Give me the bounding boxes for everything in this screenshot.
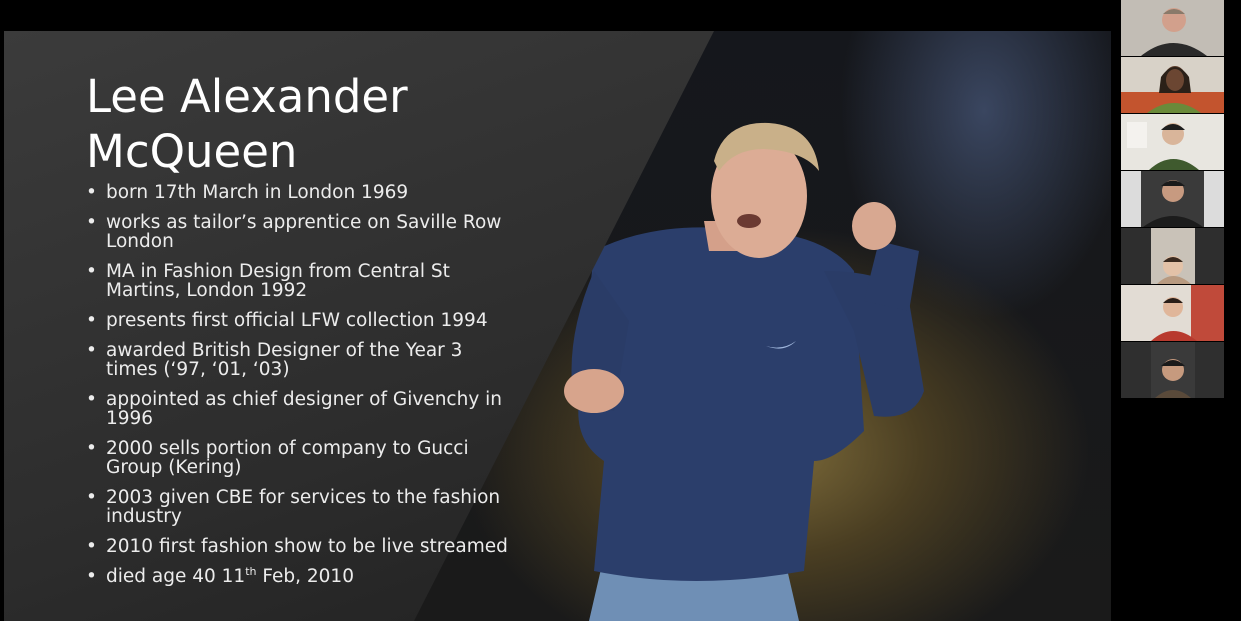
bullet-item-last: died age 40 11th Feb, 2010 [84,564,514,587]
participant-tile[interactable] [1121,171,1224,227]
bullet-item: MA in Fashion Design from Central St Mar… [84,262,514,300]
participant-video [1121,171,1224,227]
slide-title: Lee Alexander McQueen [86,69,408,179]
bullet-item: presents first official LFW collection 1… [84,311,514,330]
bullet-list: born 17th March in London 1969 works as … [84,183,514,597]
participant-tile[interactable] [1121,0,1224,56]
bullet-item: born 17th March in London 1969 [84,183,514,202]
slide-title-line-1: Lee Alexander [86,70,408,123]
participant-gallery [1121,0,1224,400]
participant-tile[interactable] [1121,114,1224,170]
bullet-item: works as tailor’s apprentice on Saville … [84,213,514,251]
bullet-item: appointed as chief designer of Givenchy … [84,390,514,428]
bullet-item: 2003 given CBE for services to the fashi… [84,488,514,526]
participant-tile[interactable] [1121,57,1224,113]
participant-video [1121,114,1224,170]
bullet-item: awarded British Designer of the Year 3 t… [84,341,514,379]
participant-video [1121,0,1224,56]
bullet-text: Feb, 2010 [256,566,354,587]
participant-tile[interactable] [1121,342,1224,398]
ordinal-suffix: th [245,564,257,578]
participant-tile[interactable] [1121,228,1224,284]
participant-video [1121,342,1224,398]
participant-video [1121,57,1224,113]
presentation-slide: Lee Alexander McQueen born 17th March in… [4,31,1111,621]
slide-title-line-2: McQueen [86,125,298,178]
participant-tile[interactable] [1121,285,1224,341]
participant-video [1121,228,1224,284]
participant-video [1121,285,1224,341]
bullet-item: 2010 first fashion show to be live strea… [84,537,514,556]
bullet-item: 2000 sells portion of company to Gucci G… [84,439,514,477]
bullet-text: died age 40 11 [106,566,246,587]
